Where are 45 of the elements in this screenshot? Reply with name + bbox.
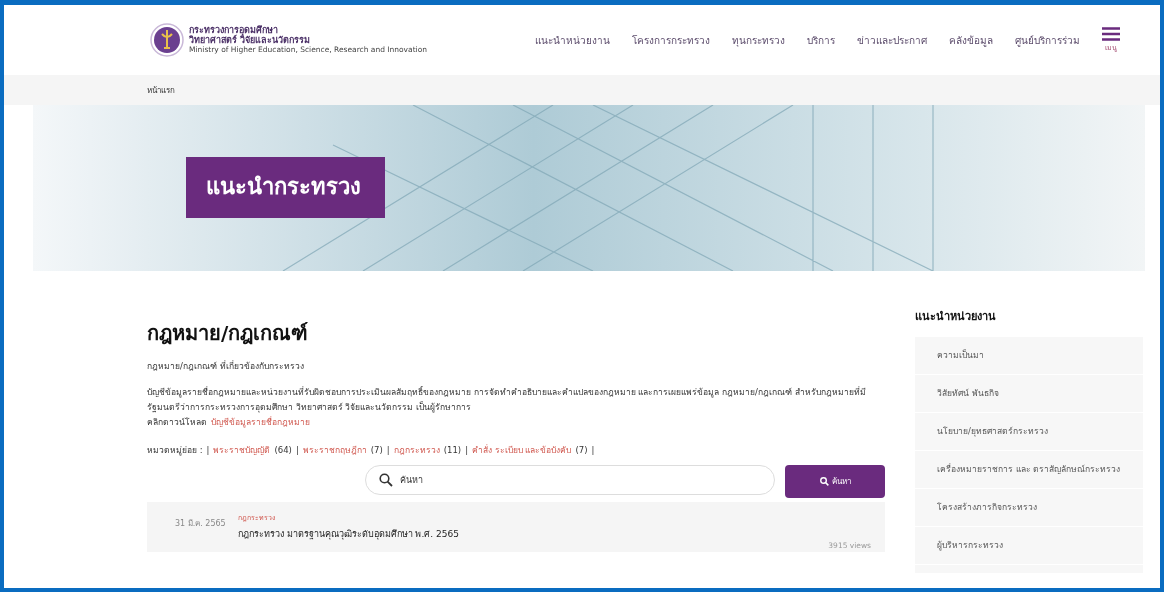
category-label: หมวดหมู่ย่อย : — [147, 444, 203, 457]
search-icon — [379, 473, 393, 487]
search-button[interactable]: ค้นหา — [785, 465, 885, 498]
ministry-emblem-icon — [150, 23, 184, 57]
download-text: คลิกดาวน์โหลด — [147, 416, 207, 429]
nav-link[interactable]: คลังข้อมูล — [949, 32, 993, 48]
entry-date: 31 มี.ค. 2565 — [175, 518, 226, 530]
nav-link[interactable]: ข่าวและประกาศ — [857, 32, 927, 48]
category-count: (7) — [370, 445, 383, 455]
category-link[interactable]: คำสั่ง ระเบียบ และข้อบังคับ — [472, 443, 572, 457]
sidebar-item[interactable]: เครื่องหมายราชการ และ ตราสัญลักษณ์กระทรวง — [915, 451, 1143, 489]
search-field[interactable]: ค้นหา — [365, 465, 775, 495]
separator-text: | — [386, 445, 390, 455]
breadcrumb-link[interactable]: หน้าแรก — [147, 83, 175, 97]
separator-text: | — [591, 445, 595, 455]
page-banner-title: แนะนำกระทรวง — [186, 157, 385, 218]
separator-text: | — [295, 445, 299, 455]
category-link[interactable]: กฎกระทรวง — [393, 443, 440, 457]
sidebar-title: แนะนำหน่วยงาน — [915, 309, 997, 325]
nav-link[interactable]: ศูนย์บริการร่วม — [1015, 32, 1080, 48]
download-link[interactable]: บัญชีข้อมูลรายชื่อกฎหมาย — [211, 415, 310, 429]
ministry-name: วิทยาศาสตร์ วิจัยและนวัตกรรม — [189, 35, 312, 45]
category-link[interactable]: พระราชบัญญัติ — [213, 443, 271, 457]
sidebar-item[interactable]: โครงสร้างภารกิจกระทรวง — [915, 489, 1143, 527]
category-link[interactable]: พระราชกฤษฎีกา — [302, 443, 367, 457]
sidebar-item[interactable]: ผู้บริหารกระทรวง — [915, 527, 1143, 565]
menu-icon — [1102, 27, 1120, 41]
ministry-name: กระทรวงการอุดมศึกษา — [189, 25, 278, 35]
category-count: (11) — [443, 445, 462, 455]
separator-text: | — [465, 445, 469, 455]
nav-link[interactable]: บริการ — [807, 32, 835, 48]
sidebar-item[interactable]: ความเป็นมา — [915, 337, 1143, 375]
page-title: กฎหมาย/กฎเกณฑ์ — [147, 320, 310, 347]
search-icon — [819, 477, 829, 486]
nav-link[interactable]: แนะนำหน่วยงาน — [535, 32, 610, 48]
sidebar-item[interactable]: วิสัยทัศน์ พันธกิจ — [915, 375, 1143, 413]
entry-title: กฎกระทรวง มาตรฐานคุณวุฒิระดับอุดมศึกษา พ.ศ. 2565 — [237, 528, 459, 541]
separator-text: | — [206, 445, 210, 455]
description-text: บัญชีข้อมูลรายชื่อกฎหมายและหน่วยงานที่รับผิดชอบการประเมินผลสัมฤทธิ์ของกฎหมาย การจัดทำคำอธิบายและคำแปลของกฎหมาย และการเผยแพร่ข้อมูล กฎหมาย/กฎเกณฑ์ สำหรับกฎหมายที่มีรัฐมนตรีว่าการกระทรวงการอุดมศึกษา วิทยาศาสตร์ วิจัยและนวัตกรรม เป็นผู้รักษาการ — [147, 385, 867, 415]
category-count: (7) — [575, 445, 588, 455]
page-subtitle: กฎหมาย/กฎเกณฑ์ ที่เกี่ยวข้องกับกระทรวง — [147, 359, 305, 373]
nav-link[interactable]: โครงการกระทรวง — [632, 32, 710, 48]
sidebar-item[interactable]: นโยบาย/ยุทธศาสตร์กระทรวง — [915, 413, 1143, 451]
category-count: (64) — [274, 445, 292, 455]
nav-link[interactable]: ทุนกระทรวง — [732, 32, 785, 48]
